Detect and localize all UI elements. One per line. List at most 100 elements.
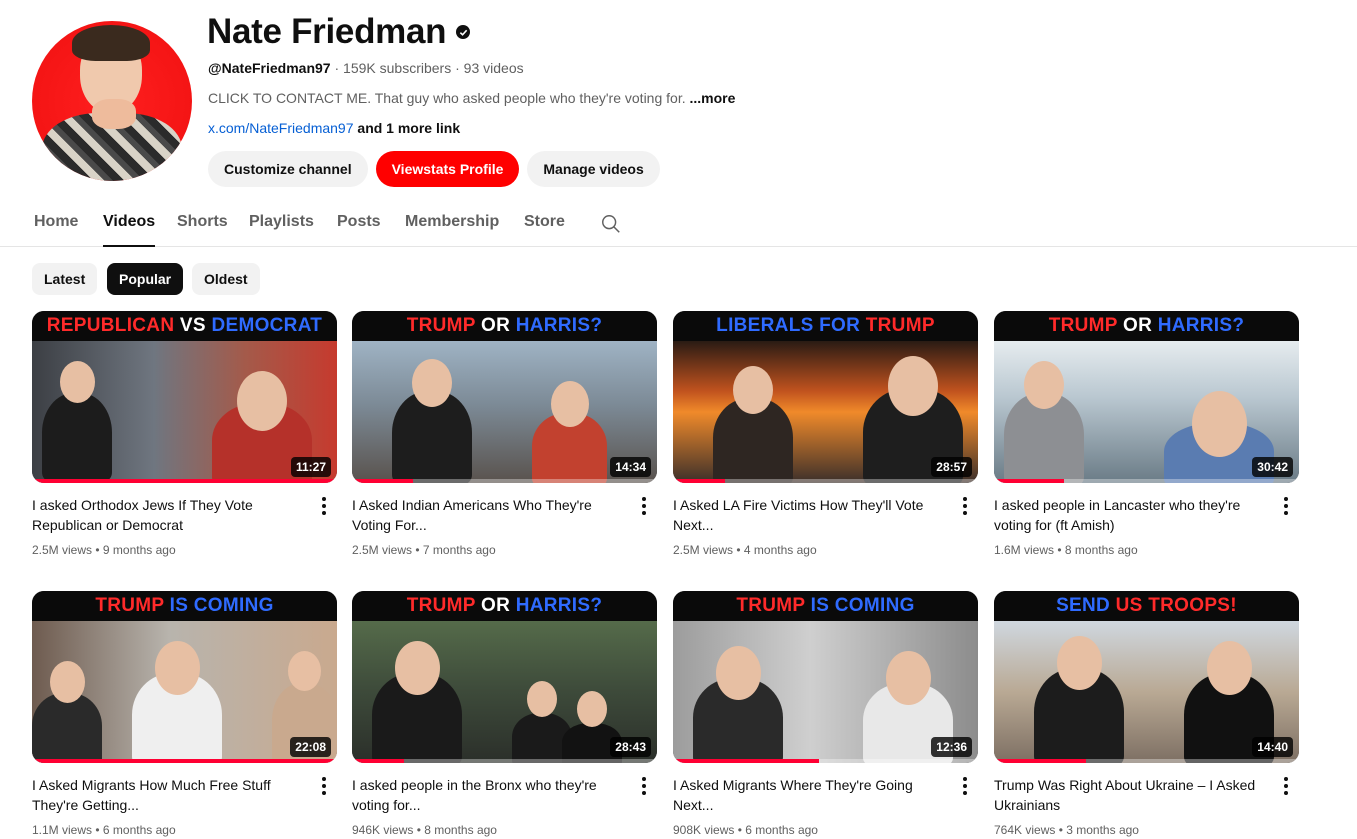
thumbnail-face (1191, 391, 1247, 457)
video-duration: 14:34 (610, 457, 651, 477)
video-duration: 12:36 (931, 737, 972, 757)
more-vert-icon[interactable] (642, 497, 646, 515)
watch-progress-bar (994, 759, 1086, 763)
tab-posts[interactable]: Posts (337, 213, 381, 231)
stats-separator: • (733, 543, 744, 557)
video-title[interactable]: I Asked Migrants Where They're Going Nex… (673, 775, 953, 815)
video-thumbnail[interactable]: TRUMP OR HARRIS? 30:42 (994, 311, 1299, 483)
thumbnail-face (59, 361, 95, 403)
more-vert-icon[interactable] (1284, 777, 1288, 795)
banner-text: DEMOCRAT (211, 315, 323, 336)
thumbnail-person (42, 393, 112, 481)
watch-progress-bar (352, 479, 413, 483)
watch-progress-bar (994, 479, 1065, 483)
video-card[interactable]: TRUMP OR HARRIS? 28:43 I asked people in t… (352, 591, 657, 837)
thumbnail-face (288, 651, 321, 691)
tab-home[interactable]: Home (34, 213, 78, 231)
banner-text: COMING (193, 595, 274, 616)
video-thumbnail[interactable]: TRUMP IS COMING 12:36 (673, 591, 978, 763)
viewstats-profile-button[interactable]: Viewstats Profile (375, 151, 520, 187)
meta-separator: · (455, 60, 464, 76)
video-thumbnail[interactable]: SEND US TROOPS! 14:40 (994, 591, 1299, 763)
video-thumbnail[interactable]: LIBERALS FOR TRUMP 28:57 (673, 311, 978, 483)
video-thumbnail[interactable]: TRUMP IS COMING 22:08 (32, 591, 337, 763)
menu-dot (963, 497, 967, 501)
thumbnail-banner: LIBERALS FOR TRUMP (673, 311, 978, 341)
tab-playlists[interactable]: Playlists (249, 213, 314, 231)
menu-dot (322, 511, 326, 515)
more-vert-icon[interactable] (963, 777, 967, 795)
menu-dot (322, 784, 326, 788)
channel-name: Nate Friedman (207, 12, 447, 51)
thumbnail-person (32, 693, 102, 763)
thumbnail-face (49, 661, 85, 703)
banner-text: OR (1123, 315, 1158, 336)
stats-separator: • (412, 543, 423, 557)
banner-text: VS (179, 315, 212, 336)
video-card[interactable]: REPUBLICAN VS DEMOCRAT 11:27 I asked Ortho… (32, 311, 337, 557)
more-vert-icon[interactable] (322, 497, 326, 515)
thumbnail-face (715, 646, 761, 700)
video-card[interactable]: SEND US TROOPS! 14:40 Trump Was Right Abou… (994, 591, 1299, 837)
video-title[interactable]: I Asked LA Fire Victims How They'll Vote… (673, 495, 953, 535)
video-title[interactable]: I asked Orthodox Jews If They Vote Repub… (32, 495, 312, 535)
customize-channel-button[interactable]: Customize channel (208, 151, 368, 187)
menu-dot (322, 791, 326, 795)
video-card[interactable]: TRUMP OR HARRIS? 30:42 I asked people in L… (994, 311, 1299, 557)
menu-dot (963, 504, 967, 508)
banner-text: LIBERALS (716, 315, 820, 336)
tab-videos[interactable]: Videos (103, 213, 156, 247)
banner-text: HARRIS? (1157, 315, 1245, 336)
video-thumbnail[interactable]: TRUMP OR HARRIS? 28:43 (352, 591, 657, 763)
more-vert-icon[interactable] (963, 497, 967, 515)
tab-store[interactable]: Store (524, 213, 565, 231)
menu-dot (963, 777, 967, 781)
video-title[interactable]: Trump Was Right About Ukraine – I Asked … (994, 775, 1274, 815)
thumbnail-banner: TRUMP OR HARRIS? (352, 311, 657, 341)
thumbnail-face (885, 651, 931, 705)
video-stats: 908K views • 6 months ago (673, 823, 818, 837)
video-card[interactable]: TRUMP OR HARRIS? 14:34 I Asked Indian Amer… (352, 311, 657, 557)
channel-description[interactable]: CLICK TO CONTACT ME. That guy who asked … (208, 90, 735, 106)
video-duration: 22:08 (290, 737, 331, 757)
channel-handle: @NateFriedman97 (208, 60, 331, 76)
menu-dot (1284, 511, 1288, 515)
tab-membership[interactable]: Membership (405, 213, 499, 231)
chip-oldest[interactable]: Oldest (192, 263, 260, 295)
video-count: 93 videos (463, 60, 524, 76)
video-card[interactable]: TRUMP IS COMING 22:08 I Asked Migrants How… (32, 591, 337, 837)
video-title[interactable]: I asked people in Lancaster who they're … (994, 495, 1274, 535)
tab-shorts[interactable]: Shorts (177, 213, 228, 231)
more-vert-icon[interactable] (322, 777, 326, 795)
more-vert-icon[interactable] (642, 777, 646, 795)
avatar[interactable] (32, 21, 192, 181)
video-stats: 2.5M views • 7 months ago (352, 543, 496, 557)
menu-dot (1284, 784, 1288, 788)
channel-meta: @NateFriedman97 · 159K subscribers · 93 … (208, 60, 524, 76)
thumbnail-banner: TRUMP IS COMING (32, 591, 337, 621)
thumbnail-face (1024, 361, 1064, 409)
banner-text: HARRIS? (515, 595, 603, 616)
search-icon[interactable] (600, 213, 622, 235)
video-title[interactable]: I asked people in the Bronx who they're … (352, 775, 632, 815)
chip-popular[interactable]: Popular (107, 263, 184, 295)
more-button[interactable]: ...more (690, 90, 736, 106)
more-links-button[interactable]: and 1 more link (357, 120, 460, 136)
video-card[interactable]: TRUMP IS COMING 12:36 I Asked Migrants Whe… (673, 591, 978, 837)
banner-text: IS (169, 595, 194, 616)
video-title[interactable]: I Asked Indian Americans Who They're Vot… (352, 495, 632, 535)
banner-text: OR (481, 595, 516, 616)
chip-latest[interactable]: Latest (32, 263, 98, 295)
menu-dot (963, 511, 967, 515)
video-title[interactable]: I Asked Migrants How Much Free Stuff The… (32, 775, 312, 815)
video-thumbnail[interactable]: TRUMP OR HARRIS? 14:34 (352, 311, 657, 483)
video-card[interactable]: LIBERALS FOR TRUMP 28:57 I Asked LA Fire V… (673, 311, 978, 557)
menu-dot (1284, 504, 1288, 508)
banner-text: FOR (819, 315, 866, 336)
more-vert-icon[interactable] (1284, 497, 1288, 515)
video-thumbnail[interactable]: REPUBLICAN VS DEMOCRAT 11:27 (32, 311, 337, 483)
banner-text: IS (810, 595, 835, 616)
channel-link[interactable]: x.com/NateFriedman97 (208, 120, 354, 136)
banner-text: TRUMP (865, 315, 935, 336)
manage-videos-button[interactable]: Manage videos (527, 151, 660, 187)
